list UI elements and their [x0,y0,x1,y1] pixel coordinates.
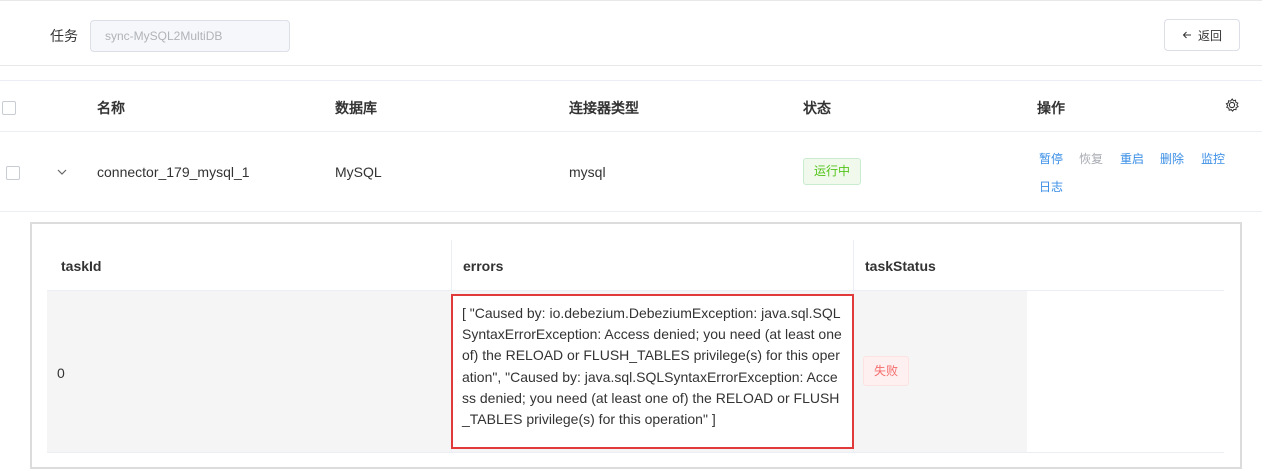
delete-button[interactable]: 删除 [1160,150,1184,167]
detail-table-header [47,240,1224,291]
task-status-badge: 失败 [863,356,909,386]
table-header: 名称 数据库 连接器类型 状态 操作 [0,80,1262,132]
connector-type: mysql [569,164,606,180]
error-message: [ "Caused by: io.debezium.DebeziumExcept… [451,294,854,449]
task-input[interactable]: sync-MySQL2MultiDB [90,20,290,52]
select-all-checkbox[interactable] [2,101,16,115]
status-badge: 运行中 [803,158,861,185]
chevron-down-icon[interactable] [56,166,68,178]
back-button[interactable]: 返回 [1164,19,1240,51]
column-header-database: 数据库 [335,101,377,117]
column-header-name: 名称 [97,101,125,117]
column-header-status: 状态 [803,101,831,117]
detail-column-task-id: taskId [61,258,102,274]
gear-icon[interactable] [1224,97,1240,113]
row-checkbox[interactable] [6,166,20,180]
top-bar: 任务 sync-MySQL2MultiDB 返回 [0,0,1262,66]
back-button-label: 返回 [1197,28,1222,43]
pause-button[interactable]: 暂停 [1039,150,1063,167]
table-row: connector_179_mysql_1 MySQL mysql [0,132,1262,212]
task-label: 任务 [50,29,78,45]
connector-name: connector_179_mysql_1 [97,164,250,180]
detail-column-task-status: taskStatus [865,258,936,274]
detail-column-errors: errors [463,258,504,274]
column-header-connector-type: 连接器类型 [569,101,639,117]
task-id-value: 0 [57,365,65,381]
section-gap [0,66,1262,80]
monitor-button[interactable]: 监控 [1201,150,1225,167]
detail-row-divider [47,452,1224,453]
log-button[interactable]: 日志 [1039,178,1063,195]
connector-database: MySQL [335,164,382,180]
arrow-left-icon [1182,31,1191,39]
column-header-actions: 操作 [1037,101,1065,117]
resume-button: 恢复 [1079,152,1104,166]
restart-button[interactable]: 重启 [1120,150,1144,167]
